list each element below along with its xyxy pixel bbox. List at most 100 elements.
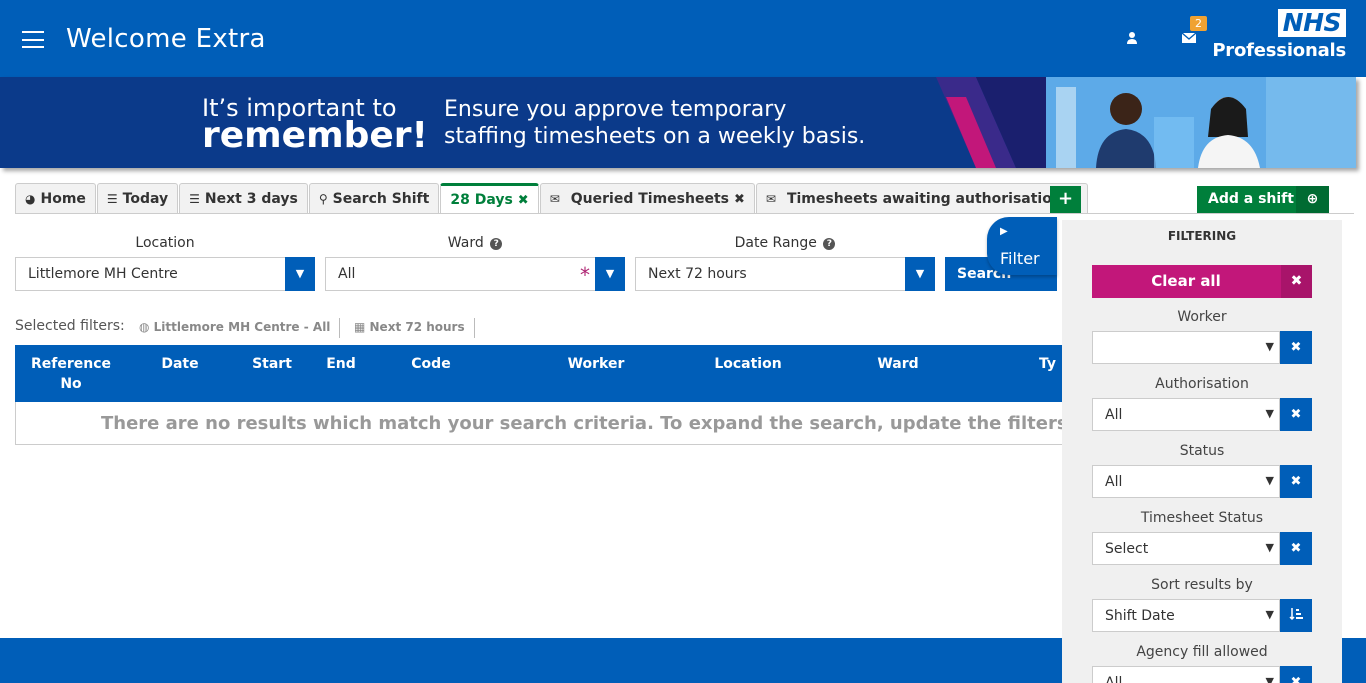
close-icon[interactable]: ✖: [734, 192, 745, 207]
status-select[interactable]: All ▼: [1092, 465, 1280, 498]
list-icon: ☰: [189, 192, 200, 206]
tab-label: 28 Days: [450, 192, 513, 208]
status-value: All: [1105, 474, 1123, 490]
reminder-banner: It’s important to remember! Ensure you a…: [0, 77, 1356, 168]
add-shift-button[interactable]: Add a shift ⊕: [1197, 186, 1329, 213]
column-header[interactable]: Date: [155, 354, 205, 374]
banner-message-line2: staffing timesheets on a weekly basis.: [444, 124, 866, 149]
filter-panel-toggle[interactable]: ▶ Filter: [987, 217, 1057, 275]
clear-status-button[interactable]: ✖: [1280, 465, 1312, 498]
selected-filter-chip: ◍ Littlemore MH Centre - All: [139, 318, 341, 338]
list-icon: ☰: [106, 192, 118, 206]
empty-results-message: There are no results which match your se…: [101, 413, 1068, 434]
location-select[interactable]: Littlemore MH Centre ▼: [15, 257, 315, 291]
column-header[interactable]: Code: [401, 354, 461, 374]
clear-timesheet-status-button[interactable]: ✖: [1280, 532, 1312, 565]
column-header[interactable]: Ward: [873, 354, 923, 374]
location-label: Location: [135, 235, 195, 251]
banner-message-line1: Ensure you approve temporary: [444, 97, 787, 122]
sort-results-label: Sort results by: [1151, 577, 1253, 593]
agency-fill-value: All: [1105, 675, 1123, 683]
date-range-value: Next 72 hours: [648, 266, 747, 282]
logo-professionals-text: Professionals: [1212, 40, 1346, 61]
envelope-icon: ✉: [765, 192, 776, 206]
clear-agency-fill-button[interactable]: ✖: [1280, 666, 1312, 683]
ward-value: All: [338, 266, 356, 282]
filtering-panel: FILTERING Clear all ✖ Worker ▼ ✖ Authori…: [1062, 220, 1342, 683]
banner-photo-image: [936, 77, 1356, 168]
ward-select[interactable]: All * ▼: [325, 257, 625, 291]
chevron-down-icon: ▼: [1265, 407, 1274, 420]
tab-today[interactable]: ☰ Today: [96, 183, 179, 214]
page-title: Welcome Extra: [66, 24, 266, 54]
envelope-icon[interactable]: [1181, 31, 1197, 45]
date-range-label-wrap: Date Range ?: [635, 235, 935, 251]
search-icon: ⚲: [318, 192, 328, 206]
sort-ascending-icon: [1289, 608, 1303, 621]
help-icon[interactable]: ?: [823, 238, 836, 250]
column-header[interactable]: Start: [247, 354, 297, 374]
tab-search-shift[interactable]: ⚲ Search Shift: [308, 183, 440, 214]
chip-label: Littlemore MH Centre - All: [153, 320, 331, 334]
tab-next-3-days[interactable]: ☰ Next 3 days: [179, 183, 308, 214]
timesheet-status-select[interactable]: Select ▼: [1092, 532, 1280, 565]
clear-authorisation-button[interactable]: ✖: [1280, 398, 1312, 431]
worker-select[interactable]: ▼: [1092, 331, 1280, 364]
location-value: Littlemore MH Centre: [28, 266, 178, 282]
plus-circle-icon: ⊕: [1296, 186, 1329, 213]
column-header[interactable]: Worker: [551, 354, 641, 374]
banner-heading-line2: remember!: [202, 115, 428, 156]
filter-toggle-label: Filter: [1000, 249, 1040, 268]
authorisation-select[interactable]: All ▼: [1092, 398, 1280, 431]
chip-label: Next 72 hours: [369, 320, 465, 334]
tab-label: Home: [40, 191, 86, 207]
clear-all-label: Clear all: [1151, 272, 1221, 290]
column-header[interactable]: End: [321, 354, 361, 374]
globe-icon: ◍: [139, 320, 154, 334]
table-header: Reference No Date Start End Code Worker …: [15, 345, 1075, 402]
column-header[interactable]: Reference No: [29, 354, 113, 394]
tab-queried-timesheets[interactable]: ✉ Queried Timesheets ✖: [539, 183, 755, 214]
clear-worker-button[interactable]: ✖: [1280, 331, 1312, 364]
authorisation-label: Authorisation: [1155, 376, 1249, 392]
sort-results-value: Shift Date: [1105, 608, 1175, 624]
tab-label: Search Shift: [332, 191, 430, 207]
close-icon: ✖: [1281, 265, 1312, 298]
timesheet-status-label: Timesheet Status: [1140, 510, 1264, 526]
user-icon[interactable]: [1124, 30, 1140, 46]
date-range-select[interactable]: Next 72 hours ▼: [635, 257, 935, 291]
panel-title: FILTERING: [1167, 229, 1237, 243]
chevron-down-icon: ▼: [905, 257, 935, 291]
tab-28-days[interactable]: 28 Days ✖: [440, 183, 539, 214]
selected-filter-chip: ▦ Next 72 hours: [354, 318, 475, 338]
results-table: Reference No Date Start End Code Worker …: [15, 345, 1075, 445]
agency-fill-label: Agency fill allowed: [1136, 644, 1268, 660]
tab-timesheets-awaiting-authorisation[interactable]: ✉ Timesheets awaiting authorisation ✖: [755, 183, 1088, 214]
help-icon[interactable]: ?: [490, 238, 503, 250]
status-label: Status: [1179, 443, 1225, 459]
envelope-icon: ✉: [549, 192, 560, 206]
dashboard-icon: ◕: [25, 192, 36, 206]
chevron-down-icon: ▼: [1265, 608, 1274, 621]
agency-fill-select[interactable]: All ▼: [1092, 666, 1280, 683]
menu-icon[interactable]: [22, 31, 44, 48]
ward-label-wrap: Ward ?: [325, 235, 625, 251]
tab-home[interactable]: ◕ Home: [15, 183, 96, 214]
top-header: Welcome Extra 2 NHS Professionals: [0, 0, 1366, 77]
chevron-down-icon: ▼: [595, 257, 625, 291]
clear-all-button[interactable]: Clear all ✖: [1092, 265, 1312, 298]
column-header[interactable]: Location: [703, 354, 793, 374]
chevron-down-icon: ▼: [1265, 541, 1274, 554]
sort-results-select[interactable]: Shift Date ▼: [1092, 599, 1280, 632]
calendar-icon: ▦: [354, 320, 370, 334]
date-range-label: Date Range: [734, 235, 817, 251]
close-icon[interactable]: ✖: [518, 193, 529, 208]
nhs-professionals-logo: NHS Professionals: [1212, 9, 1348, 65]
chevron-down-icon: ▼: [285, 257, 315, 291]
worker-label: Worker: [1177, 309, 1227, 325]
add-tab-button[interactable]: +: [1050, 186, 1081, 213]
timesheet-status-value: Select: [1105, 541, 1149, 557]
tab-label: Queried Timesheets: [570, 191, 729, 207]
tab-label: Next 3 days: [204, 191, 298, 207]
sort-order-button[interactable]: [1280, 599, 1312, 632]
